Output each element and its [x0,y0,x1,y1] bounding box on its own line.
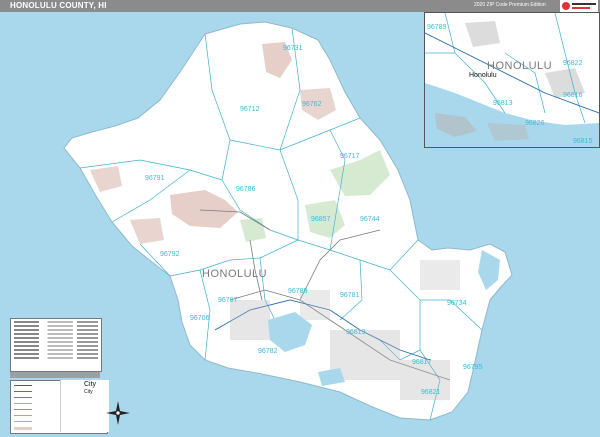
zip-label: 96795 [463,364,483,371]
compass-rose-icon [106,401,130,425]
inset-map-canvas: 96789 96822 96813 96816 96826 96815 HONO… [425,13,599,147]
legend-city-small: City [84,389,93,395]
zip-label: 96781 [340,292,360,299]
zip-label: 96789 [427,24,447,31]
zip-label: 96819 [346,329,366,336]
zip-label: 96821 [421,389,441,396]
inset-county-label: HONOLULU [487,60,552,72]
zip-label: 96762 [302,101,322,108]
zip-label: 96786 [236,186,256,193]
zip-label: 96826 [525,120,545,127]
zip-label: 96789 [288,288,308,295]
zip-index-table [10,318,102,372]
zip-label: 96792 [160,251,180,258]
zip-label: 96857 [311,216,331,223]
zip-label: 96782 [258,348,278,355]
zip-label: 96791 [145,175,165,182]
zip-label: 96717 [340,153,360,160]
zip-label: 96744 [360,216,380,223]
inset-map[interactable]: 96789 96822 96813 96816 96826 96815 HONO… [424,12,600,148]
zip-label: 96817 [412,359,432,366]
zip-label: 96712 [240,106,260,113]
inset-city-label: Honolulu [469,72,497,79]
legend-city-large: City [84,381,97,388]
legend-header [10,372,100,378]
zip-label: 96813 [493,100,513,107]
zip-label: 96734 [447,300,467,307]
zip-label: 96707 [218,297,238,304]
zip-label: 96815 [573,138,593,145]
zip-label: 96706 [190,315,210,322]
zip-label: 96731 [283,45,303,52]
county-label: HONOLULU [202,268,267,280]
zip-label: 96822 [563,60,583,67]
map-canvas[interactable]: HONOLULU COUNTY, HI 2020 ZIP Code Premiu… [0,0,600,437]
zip-label: 96816 [563,92,583,99]
